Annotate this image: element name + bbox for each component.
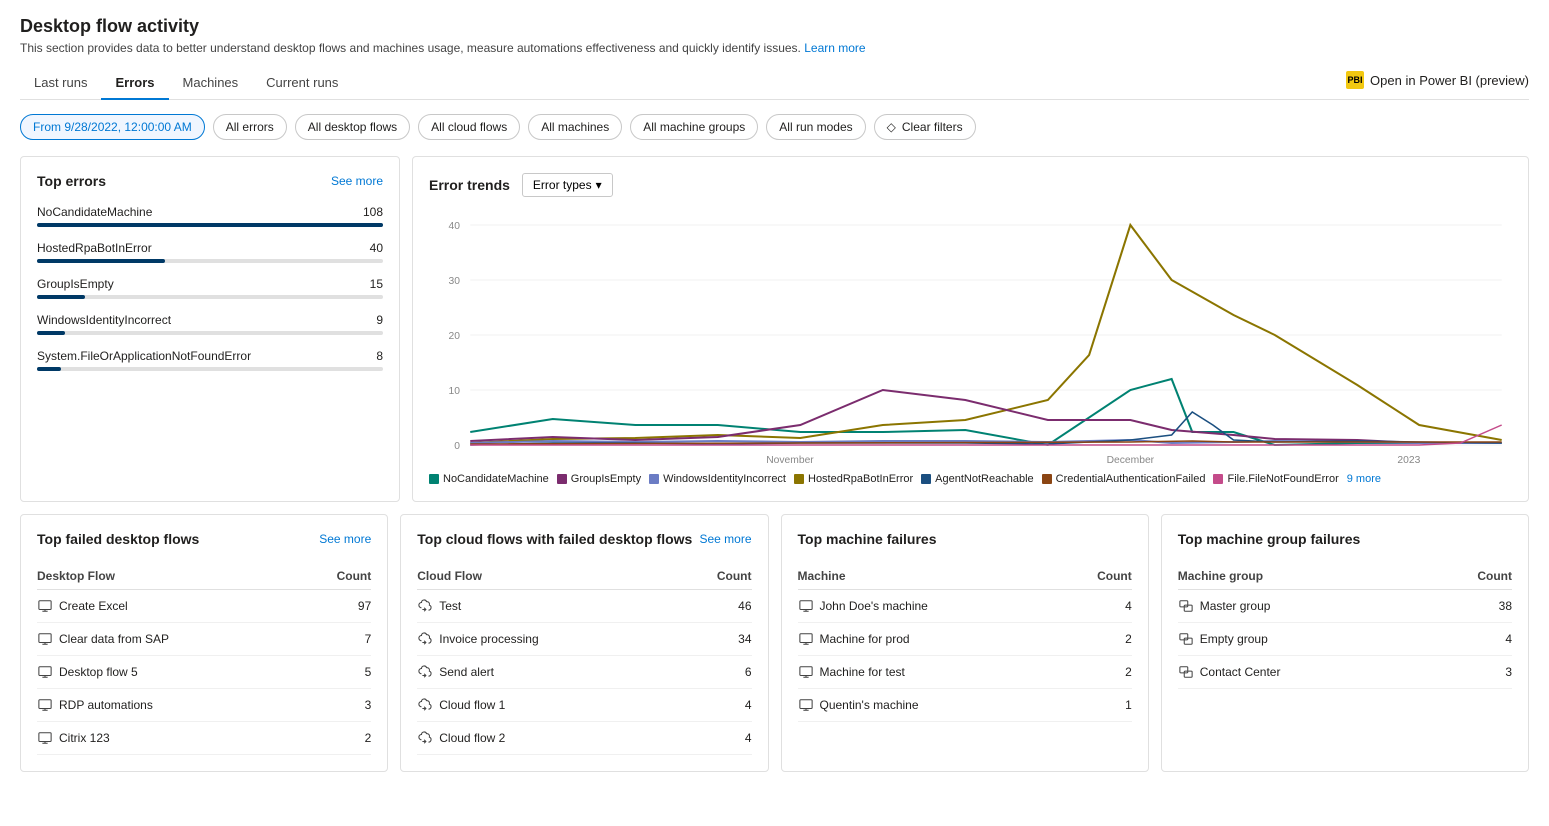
tabs-bar: Last runs Errors Machines Current runs P… xyxy=(20,67,1529,100)
filters-bar: From 9/28/2022, 12:00:00 AM All errors A… xyxy=(20,114,1529,140)
error-item-2: GroupIsEmpty 15 xyxy=(37,277,383,299)
error-trends-panel: Error trends Error types ▾ 40 xyxy=(412,156,1529,502)
machine-group-failures-panel-title: Top machine group failures xyxy=(1178,531,1361,547)
machine-count-header: Count xyxy=(1062,563,1132,590)
error-item-3: WindowsIdentityIncorrect 9 xyxy=(37,313,383,335)
legend-item-0: NoCandidateMachine xyxy=(429,473,549,485)
machine-group-col-header: Machine group xyxy=(1178,563,1428,590)
top-machine-failures-panel: Top machine failures Machine Count John … xyxy=(781,514,1149,772)
svg-text:November: November xyxy=(766,455,814,465)
cloud-flows-see-more[interactable]: See more xyxy=(699,532,751,546)
table-row: Quentin's machine1 xyxy=(798,689,1132,722)
table-row: Machine for prod2 xyxy=(798,623,1132,656)
legend-item-1: GroupIsEmpty xyxy=(557,473,641,485)
chart-title: Error trends xyxy=(429,177,510,193)
legend-item-2: WindowsIdentityIncorrect xyxy=(649,473,786,485)
top-errors-see-more[interactable]: See more xyxy=(331,174,383,188)
svg-text:2023: 2023 xyxy=(1397,455,1420,465)
machine-group-count-header: Count xyxy=(1428,563,1512,590)
desktop-flows-table: Desktop Flow Count Create Excel97Clear d… xyxy=(37,563,371,755)
legend-item-4: AgentNotReachable xyxy=(921,473,1033,485)
table-row: Desktop flow 55 xyxy=(37,656,371,689)
legend-item-more[interactable]: 9 more xyxy=(1347,473,1381,485)
cloud-flow-count-header: Count xyxy=(677,563,751,590)
top-errors-panel: Top errors See more NoCandidateMachine 1… xyxy=(20,156,400,502)
error-trends-chart: 40 30 20 10 0 November December 2023 xyxy=(429,205,1512,465)
cloud-flows-panel-title: Top cloud flows with failed desktop flow… xyxy=(417,531,692,547)
table-row: Cloud flow 14 xyxy=(417,689,751,722)
table-row: Master group38 xyxy=(1178,590,1512,623)
table-row: Clear data from SAP7 xyxy=(37,623,371,656)
run-modes-filter-btn[interactable]: All run modes xyxy=(766,114,865,140)
legend-item-6: File.FileNotFoundError xyxy=(1213,473,1338,485)
cloud-flow-col-header: Cloud Flow xyxy=(417,563,677,590)
tab-last-runs[interactable]: Last runs xyxy=(20,67,101,100)
table-row: Test46 xyxy=(417,590,751,623)
error-types-dropdown[interactable]: Error types ▾ xyxy=(522,173,613,197)
cloud-flows-filter-btn[interactable]: All cloud flows xyxy=(418,114,520,140)
table-row: RDP automations3 xyxy=(37,689,371,722)
table-row: Machine for test2 xyxy=(798,656,1132,689)
machine-group-failures-table: Machine group Count Master group38Empty … xyxy=(1178,563,1512,689)
svg-text:40: 40 xyxy=(448,221,460,232)
svg-text:10: 10 xyxy=(448,386,460,397)
legend-item-5: CredentialAuthenticationFailed xyxy=(1042,473,1206,485)
date-filter-btn[interactable]: From 9/28/2022, 12:00:00 AM xyxy=(20,114,205,140)
svg-text:December: December xyxy=(1107,455,1155,465)
tab-current-runs[interactable]: Current runs xyxy=(252,67,352,100)
chart-legend: NoCandidateMachine GroupIsEmpty WindowsI… xyxy=(429,473,1512,485)
chevron-down-icon: ▾ xyxy=(596,178,602,192)
table-row: Invoice processing34 xyxy=(417,623,751,656)
desktop-flows-filter-btn[interactable]: All desktop flows xyxy=(295,114,410,140)
machine-failures-table: Machine Count John Doe's machine4Machine… xyxy=(798,563,1132,722)
clear-filters-btn[interactable]: ◇ Clear filters xyxy=(874,114,976,140)
desktop-flow-count-header: Count xyxy=(302,563,372,590)
clear-filters-icon: ◇ xyxy=(887,120,896,134)
table-row: Create Excel97 xyxy=(37,590,371,623)
machine-failures-panel-title: Top machine failures xyxy=(798,531,937,547)
learn-more-link[interactable]: Learn more xyxy=(804,41,865,55)
top-failed-desktop-flows-panel: Top failed desktop flows See more Deskto… xyxy=(20,514,388,772)
top-machine-group-failures-panel: Top machine group failures Machine group… xyxy=(1161,514,1529,772)
table-row: Cloud flow 24 xyxy=(417,722,751,755)
errors-filter-btn[interactable]: All errors xyxy=(213,114,287,140)
machine-col-header: Machine xyxy=(798,563,1062,590)
desktop-flows-see-more[interactable]: See more xyxy=(319,532,371,546)
tab-errors[interactable]: Errors xyxy=(101,67,168,100)
page-title: Desktop flow activity xyxy=(20,16,1529,37)
chart-area: 40 30 20 10 0 November December 2023 xyxy=(429,205,1512,465)
table-row: Citrix 1232 xyxy=(37,722,371,755)
power-bi-button[interactable]: PBI Open in Power BI (preview) xyxy=(1346,71,1529,89)
page-subtitle: This section provides data to better und… xyxy=(20,41,1529,55)
table-row: Empty group4 xyxy=(1178,623,1512,656)
cloud-flows-table: Cloud Flow Count Test46Invoice processin… xyxy=(417,563,751,755)
svg-text:20: 20 xyxy=(448,331,460,342)
top-errors-title: Top errors xyxy=(37,173,106,189)
machine-groups-filter-btn[interactable]: All machine groups xyxy=(630,114,758,140)
table-row: Contact Center3 xyxy=(1178,656,1512,689)
legend-item-3: HostedRpaBotInError xyxy=(794,473,913,485)
error-item-0: NoCandidateMachine 108 xyxy=(37,205,383,227)
error-item-1: HostedRpaBotInError 40 xyxy=(37,241,383,263)
svg-text:30: 30 xyxy=(448,276,460,287)
tab-machines[interactable]: Machines xyxy=(169,67,253,100)
error-item-4: System.FileOrApplicationNotFoundError 8 xyxy=(37,349,383,371)
power-bi-icon: PBI xyxy=(1346,71,1364,89)
desktop-flows-panel-title: Top failed desktop flows xyxy=(37,531,199,547)
svg-text:0: 0 xyxy=(454,441,460,452)
desktop-flow-col-header: Desktop Flow xyxy=(37,563,302,590)
table-row: John Doe's machine4 xyxy=(798,590,1132,623)
table-row: Send alert6 xyxy=(417,656,751,689)
top-cloud-flows-panel: Top cloud flows with failed desktop flow… xyxy=(400,514,768,772)
machines-filter-btn[interactable]: All machines xyxy=(528,114,622,140)
